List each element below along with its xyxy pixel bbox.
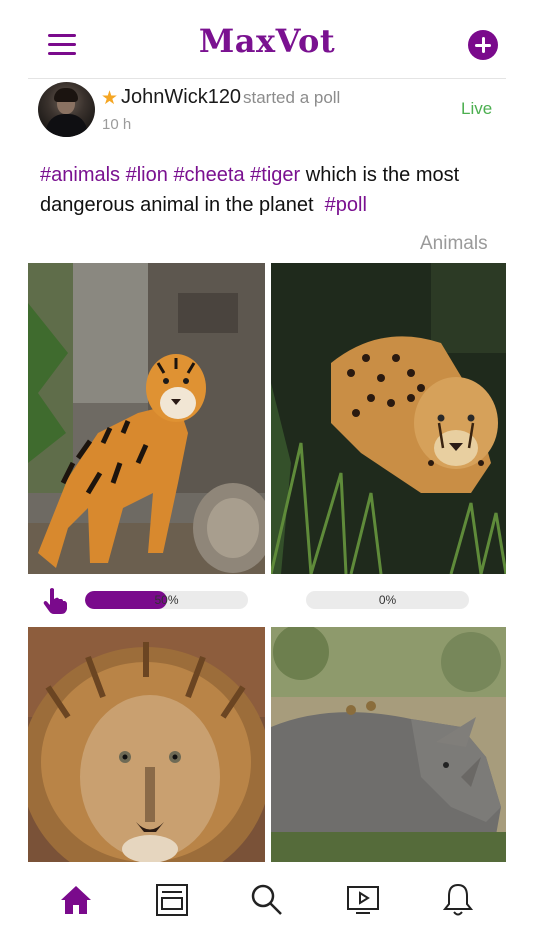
poll-result-percent: 0% (378, 593, 397, 607)
avatar[interactable] (38, 82, 95, 137)
home-icon[interactable] (56, 880, 96, 920)
poll-option-lion-image[interactable] (28, 627, 265, 863)
bottom-navigation (0, 862, 534, 950)
poll-result-bar-tiger: 50% (85, 591, 248, 609)
poll-result-bar-cheetah: 0% (306, 591, 469, 609)
post-text: #animals #lion #cheeta #tiger which is t… (40, 160, 510, 220)
plus-circle-icon[interactable] (468, 30, 498, 60)
hashtag[interactable]: #poll (325, 194, 367, 216)
app-header: MaxVot (0, 0, 534, 80)
bell-icon[interactable] (438, 880, 478, 920)
search-icon[interactable] (247, 880, 287, 920)
hashtag[interactable]: #animals (40, 164, 120, 186)
app-title: MaxVot (198, 22, 336, 60)
poll-option-tiger-image[interactable] (28, 263, 265, 574)
header-divider (28, 78, 506, 79)
hashtag[interactable]: #cheeta (173, 164, 244, 186)
poll-option-rhinoceros-image[interactable] (271, 627, 506, 863)
post-timestamp: 10 h (102, 116, 132, 133)
star-icon: ★ (101, 87, 119, 109)
status-badge: Live (461, 99, 493, 118)
video-icon[interactable] (343, 880, 383, 920)
hashtag[interactable]: #tiger (250, 164, 300, 186)
tap-hand-icon[interactable] (42, 587, 68, 615)
hashtag[interactable]: #lion (126, 164, 168, 186)
post-action-text: started a poll (243, 88, 341, 107)
poll-option-cheetah-image[interactable] (271, 263, 506, 574)
feed-icon[interactable] (152, 880, 192, 920)
poll-category: Animals (420, 233, 488, 254)
poll-result-percent: 50% (154, 593, 179, 607)
author-username[interactable]: JohnWick120 (121, 86, 241, 109)
